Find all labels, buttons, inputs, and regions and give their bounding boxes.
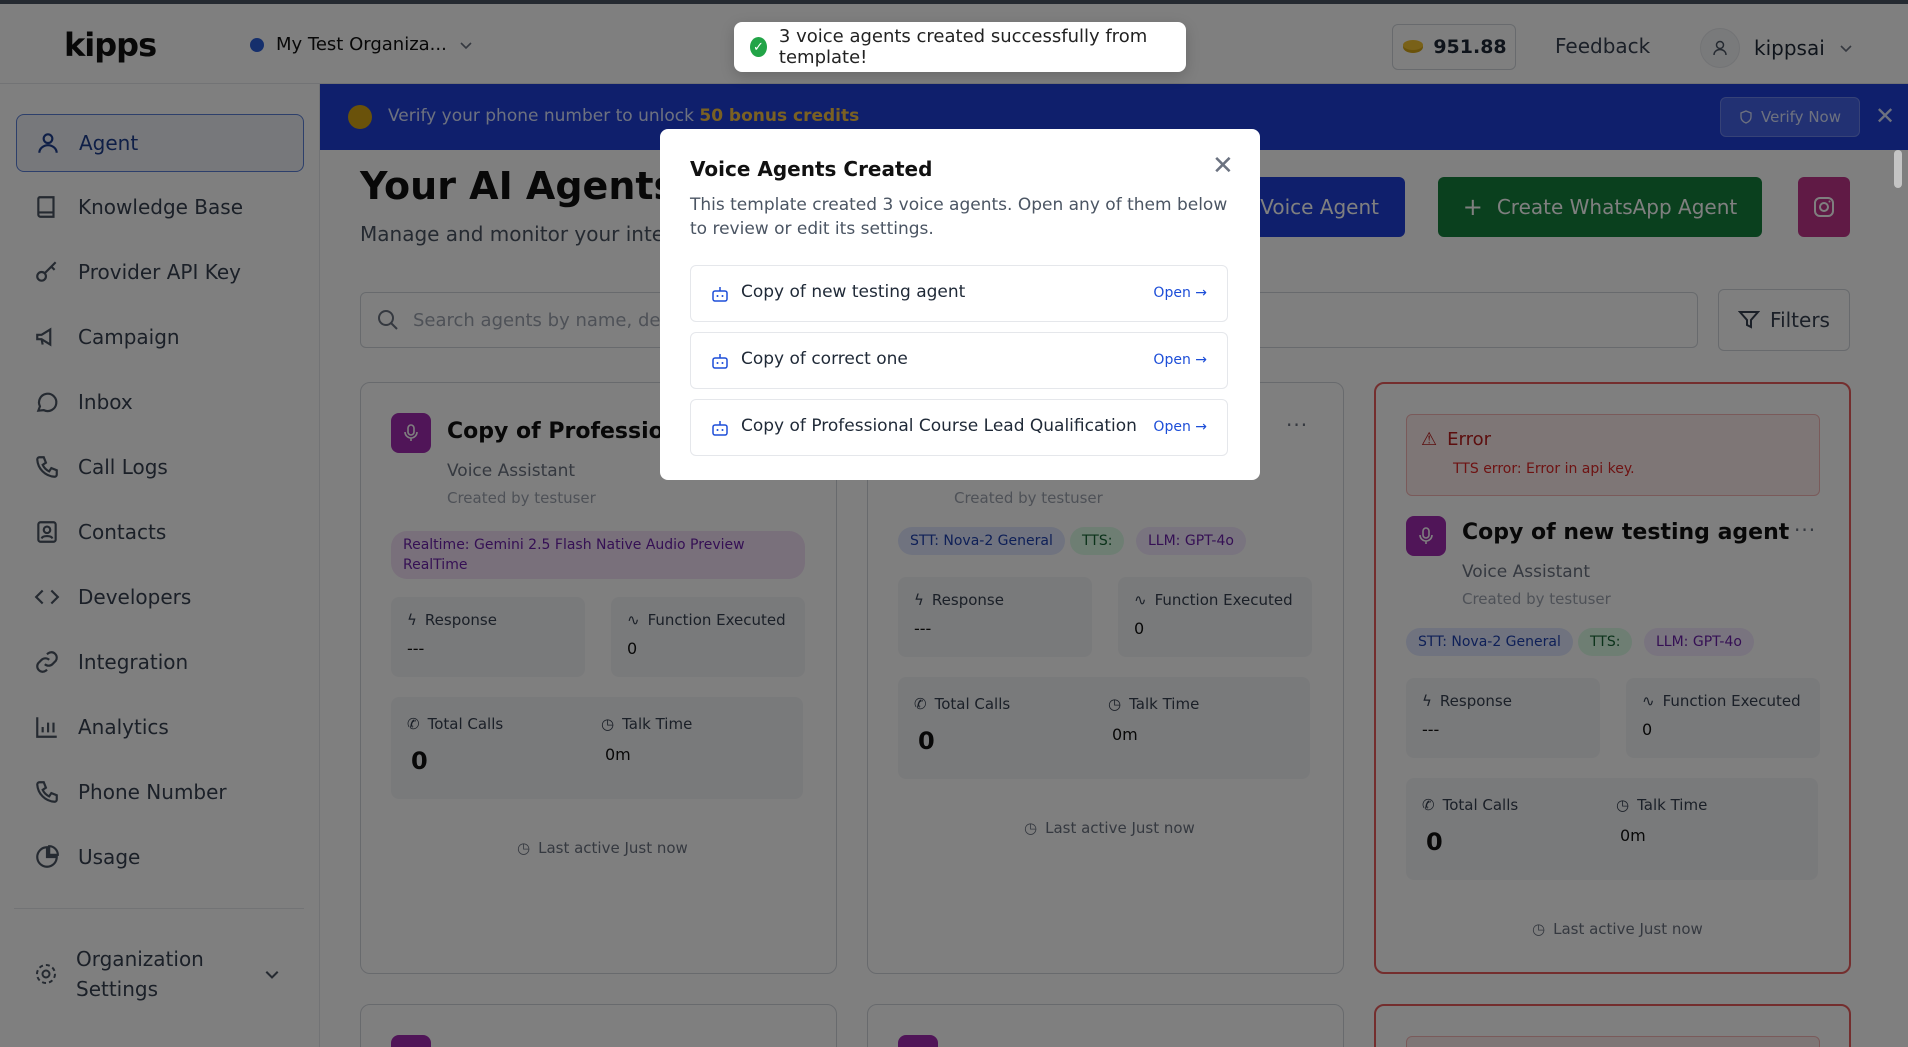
created-agent-row[interactable]: Copy of Professional Course Lead Qualifi…: [690, 399, 1228, 456]
bot-icon: [712, 287, 728, 302]
created-agent-name: Copy of correct one: [741, 349, 908, 369]
created-agent-name: Copy of Professional Course Lead Qualifi…: [741, 416, 1137, 436]
open-agent-link[interactable]: Open →: [1153, 285, 1207, 301]
open-agent-link[interactable]: Open →: [1153, 419, 1207, 435]
bot-icon: [712, 354, 728, 369]
created-agent-row[interactable]: Copy of new testing agent Open →: [690, 265, 1228, 322]
dialog-description: This template created 3 voice agents. Op…: [690, 195, 1228, 239]
agents-created-dialog: Voice Agents Created ✕ This template cre…: [660, 129, 1260, 480]
open-agent-link[interactable]: Open →: [1153, 352, 1207, 368]
dialog-title: Voice Agents Created: [690, 157, 933, 181]
created-agent-row[interactable]: Copy of correct one Open →: [690, 332, 1228, 389]
close-icon[interactable]: ✕: [1212, 151, 1234, 181]
toast-message: 3 voice agents created successfully from…: [778, 26, 1148, 68]
success-toast: ✓ 3 voice agents created successfully fr…: [734, 22, 1186, 72]
created-agent-name: Copy of new testing agent: [741, 282, 966, 302]
scrollbar-thumb[interactable]: [1894, 150, 1902, 188]
bot-icon: [712, 421, 728, 436]
check-icon: ✓: [750, 37, 767, 57]
